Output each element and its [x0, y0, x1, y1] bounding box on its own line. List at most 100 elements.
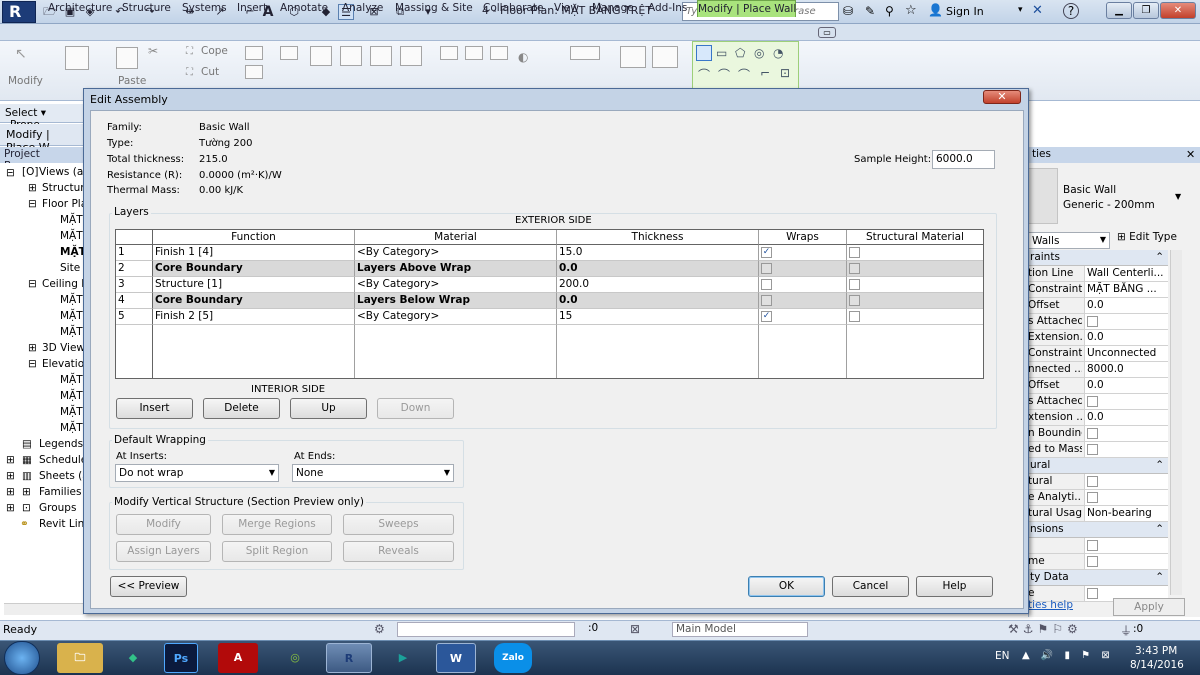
language-indicator[interactable]: EN [995, 650, 1010, 662]
measure-tool-icon[interactable] [570, 46, 600, 60]
properties-scrollbar[interactable] [1170, 250, 1182, 595]
tree-toggle-icon[interactable]: ⊟ [28, 198, 37, 210]
property-value[interactable]: Wall Centerli... [1084, 266, 1168, 281]
property-value[interactable] [1084, 554, 1168, 569]
tree-item-view[interactable]: MẶT [60, 406, 83, 418]
worksets-icon[interactable]: ⚙ [374, 622, 385, 636]
structural-checkbox[interactable] [849, 294, 860, 306]
join-icon[interactable] [245, 46, 263, 60]
property-row[interactable]: s Attached [1028, 394, 1168, 410]
tree-toggle-icon[interactable]: ⊟ [28, 278, 37, 290]
cut-scissors-icon[interactable]: ✂ [148, 44, 158, 58]
arc-fillet-icon[interactable]: ⌒ [738, 66, 750, 83]
property-row[interactable]: n Bounding [1028, 426, 1168, 442]
cell-material[interactable]: Layers Above Wrap [355, 261, 557, 277]
property-row[interactable]: Constraint Unconnected [1028, 346, 1168, 362]
sample-height-input[interactable]: 6000.0 [932, 150, 995, 169]
group-constraints[interactable]: raints ⌃ [1028, 250, 1168, 266]
cell-thickness[interactable]: 200.0 [557, 277, 759, 293]
at-inserts-dropdown[interactable]: Do not wrap ▼ [115, 464, 279, 482]
property-value[interactable]: 0.0 [1084, 330, 1168, 345]
close-icon[interactable]: ✕ [1186, 148, 1195, 161]
split-region-button[interactable]: Split Region [222, 541, 332, 562]
row-number[interactable]: 2 [116, 261, 153, 277]
cell-structural-material[interactable] [847, 245, 983, 261]
tab-collaborate[interactable]: Collaborate [483, 0, 543, 17]
column-header-material[interactable]: Material [355, 230, 557, 245]
cell-material[interactable]: <By Category> [355, 309, 557, 325]
tree-item-legends[interactable]: Legends [39, 438, 83, 450]
paste-icon[interactable] [116, 47, 138, 69]
selection-toggle-icons[interactable]: ⚒⚓⚑⚐⚙ [1008, 622, 1082, 636]
property-value[interactable] [1084, 394, 1168, 409]
tab-annotate[interactable]: Annotate [280, 0, 328, 17]
zalo-taskbar-icon[interactable]: Zalo [494, 643, 532, 673]
subscription-icon[interactable]: ✎ [865, 4, 875, 18]
property-value[interactable] [1084, 442, 1168, 457]
group-structural[interactable]: ural ⌃ [1028, 458, 1168, 474]
property-value[interactable]: Non-bearing [1084, 506, 1168, 521]
tab-systems[interactable]: Systems [182, 0, 227, 17]
property-value[interactable] [1084, 426, 1168, 441]
tree-item-view[interactable]: MẶT [60, 422, 83, 434]
tree-item-floor-plans[interactable]: Floor Pla [42, 198, 87, 210]
modify-button[interactable]: Modify [116, 514, 211, 535]
tree-item-families[interactable]: Families [39, 486, 81, 498]
help-button[interactable]: Help [916, 576, 993, 597]
tree-item-view[interactable]: MẶT [60, 294, 83, 306]
tree-toggle-icon[interactable]: ⊞ [6, 486, 15, 498]
column-header-thickness[interactable]: Thickness [557, 230, 759, 245]
property-row[interactable]: Offset 0.0 [1028, 378, 1168, 394]
tree-item-view[interactable]: MẶT [60, 390, 83, 402]
tree-item-view-active[interactable]: MẶT [60, 246, 86, 258]
cope-icon[interactable]: ⛶ [186, 46, 193, 57]
start-button[interactable] [4, 641, 40, 675]
cut-label[interactable]: Cut [201, 66, 219, 78]
revit-taskbar-icon[interactable]: R [326, 643, 372, 673]
explorer-taskbar-icon[interactable]: 🗀 [57, 643, 103, 673]
dialog-close-button[interactable]: ✕ [983, 90, 1021, 104]
property-checkbox[interactable] [1087, 539, 1098, 551]
tray-icons[interactable]: ▲ 🔊 ▮ ⚑ ⊠ [1022, 650, 1114, 661]
filter-icon[interactable]: ⏚ [1120, 622, 1132, 639]
cell-thickness[interactable]: 15 [557, 309, 759, 325]
cell-wraps[interactable]: ✓ [759, 245, 847, 261]
tab-add-ins[interactable]: Add-Ins [648, 0, 687, 17]
edit-type-button[interactable]: ⊞ Edit Type [1117, 231, 1177, 243]
tree-item-site[interactable]: Site [60, 262, 80, 274]
tree-item-view[interactable]: MẶT [60, 310, 83, 322]
merge-regions-button[interactable]: Merge Regions [222, 514, 332, 535]
property-row[interactable]: nnected ... 8000.0 [1028, 362, 1168, 378]
property-value[interactable] [1084, 490, 1168, 505]
tree-toggle-icon[interactable]: ⊟ [28, 358, 37, 370]
cell-structural-material[interactable] [847, 293, 983, 309]
property-row[interactable]: tural [1028, 474, 1168, 490]
copy-icon[interactable] [440, 46, 458, 60]
cell-wraps[interactable] [759, 277, 847, 293]
restore-button[interactable]: ❐ [1133, 2, 1159, 19]
tree-item-ceiling-plans[interactable]: Ceiling P [42, 278, 88, 290]
cell-wraps[interactable] [759, 261, 847, 277]
tab-modify-place-wall[interactable]: Modify | Place Wall [697, 0, 796, 17]
type-name[interactable]: Basic Wall [1063, 184, 1116, 196]
clock-time[interactable]: 3:43 PM [1135, 645, 1177, 657]
down-button[interactable]: Down [377, 398, 454, 419]
property-row[interactable]: Offset 0.0 [1028, 298, 1168, 314]
property-checkbox[interactable] [1087, 587, 1098, 599]
type-subname[interactable]: Generic - 200mm [1063, 199, 1155, 211]
wraps-checkbox[interactable]: ✓ [761, 246, 772, 258]
word-taskbar-icon[interactable]: W [436, 643, 476, 673]
trim-icon[interactable] [490, 46, 508, 60]
property-checkbox[interactable] [1087, 475, 1098, 487]
property-row[interactable]: e Analyti... [1028, 490, 1168, 506]
property-checkbox[interactable] [1087, 315, 1098, 327]
design-option-dropdown[interactable]: Main Model [672, 622, 808, 637]
cell-wraps[interactable] [759, 293, 847, 309]
pick-lines-icon[interactable]: ⌐ [760, 66, 770, 80]
lightbulb-icon[interactable]: ◐ [518, 50, 528, 64]
property-row[interactable]: xtension ... 0.0 [1028, 410, 1168, 426]
tab-analyze[interactable]: Analyze [342, 0, 383, 17]
ccleaner-taskbar-icon[interactable]: ◎ [272, 643, 318, 673]
tree-item-groups[interactable]: Groups [39, 502, 76, 514]
cell-material[interactable]: <By Category> [355, 245, 557, 261]
